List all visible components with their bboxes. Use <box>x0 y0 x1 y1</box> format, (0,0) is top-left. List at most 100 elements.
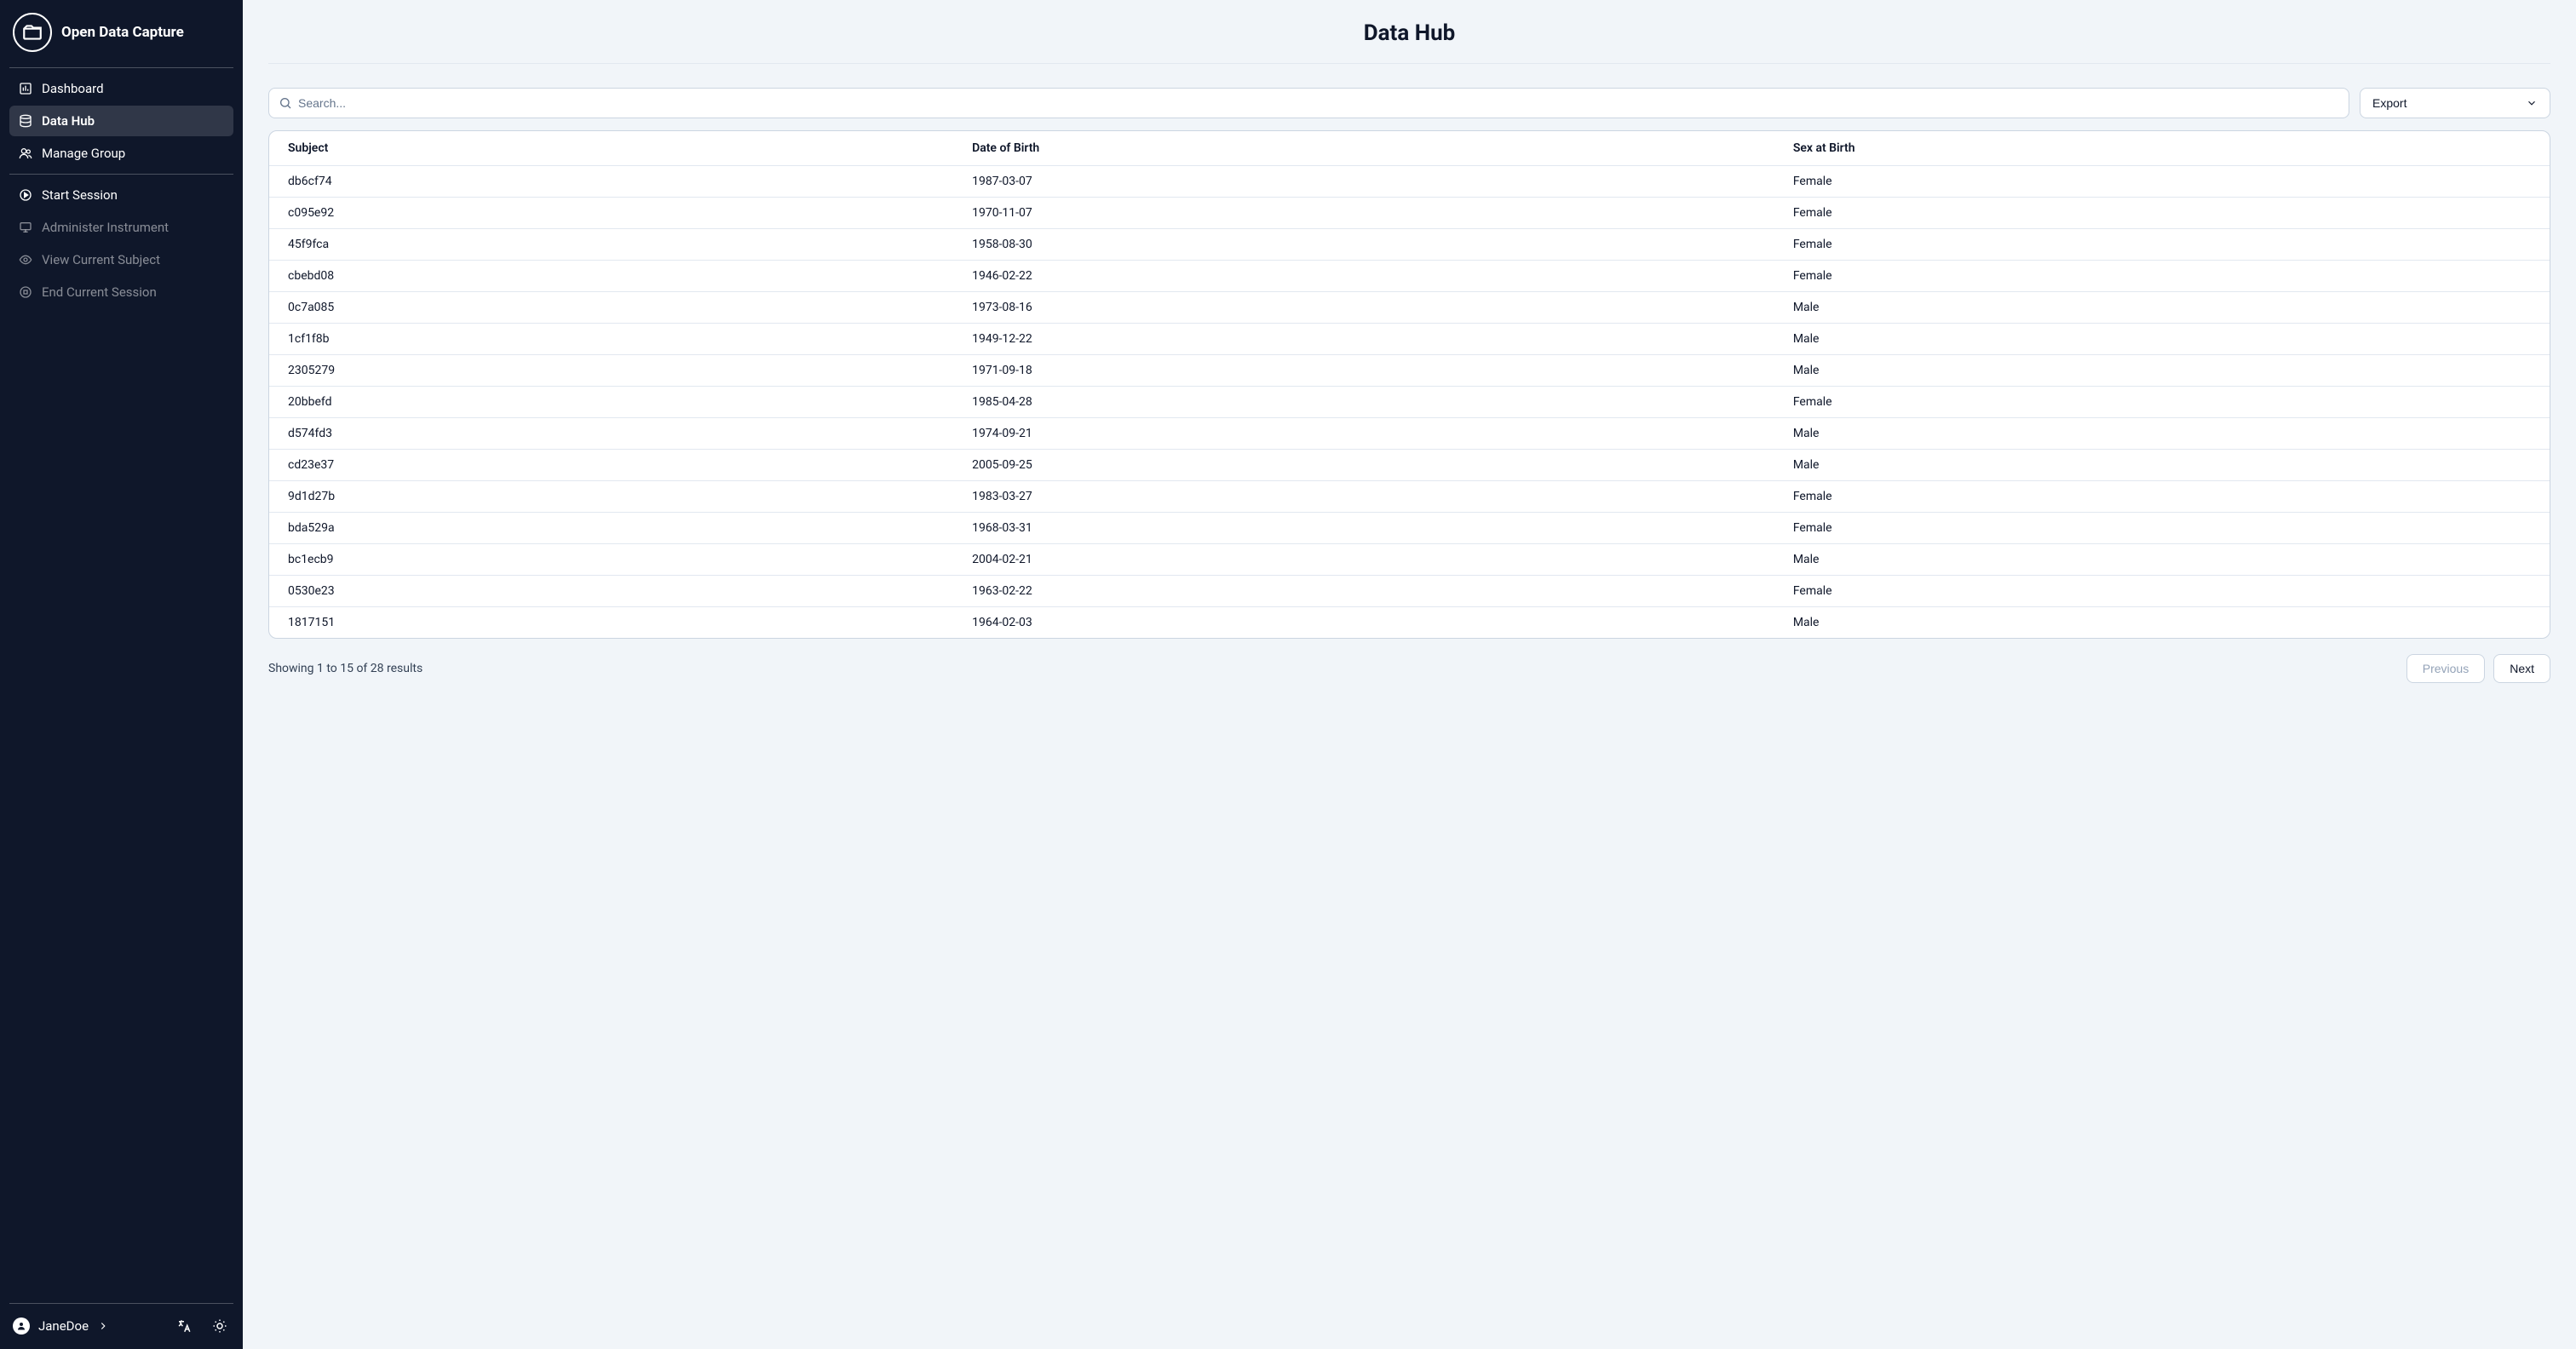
cell-sex: Male <box>1774 544 2550 576</box>
chevron-down-icon <box>2526 97 2538 109</box>
cell-subject: bda529a <box>269 513 953 544</box>
cell-dob: 1970-11-07 <box>953 198 1774 229</box>
sun-icon <box>212 1318 227 1334</box>
cell-sex: Female <box>1774 229 2550 261</box>
table-row[interactable]: bda529a1968-03-31Female <box>269 513 2550 544</box>
sidebar-item-data-hub[interactable]: Data Hub <box>9 106 233 136</box>
sidebar-footer: JaneDoe <box>9 1303 233 1340</box>
table-row[interactable]: cd23e372005-09-25Male <box>269 450 2550 481</box>
cell-sex: Male <box>1774 324 2550 355</box>
nav-label: End Current Session <box>42 284 157 300</box>
cell-sex: Female <box>1774 261 2550 292</box>
cell-dob: 1963-02-22 <box>953 576 1774 607</box>
cell-subject: c095e92 <box>269 198 953 229</box>
sidebar-item-administer-instrument: Administer Instrument <box>9 212 233 243</box>
cell-dob: 1946-02-22 <box>953 261 1774 292</box>
cell-sex: Female <box>1774 513 2550 544</box>
cell-sex: Male <box>1774 450 2550 481</box>
cell-sex: Female <box>1774 198 2550 229</box>
table-row[interactable]: 20bbefd1985-04-28Female <box>269 387 2550 418</box>
table-row[interactable]: db6cf741987-03-07Female <box>269 166 2550 198</box>
header-subject: Subject <box>269 131 953 166</box>
search-icon <box>279 96 292 110</box>
cell-sex: Male <box>1774 607 2550 639</box>
cell-subject: 0c7a085 <box>269 292 953 324</box>
export-label: Export <box>2372 96 2406 110</box>
cell-sex: Female <box>1774 166 2550 198</box>
table-row[interactable]: d574fd31974-09-21Male <box>269 418 2550 450</box>
nav-group-session: Start Session Administer Instrument View… <box>9 180 233 307</box>
nav-label: Start Session <box>42 187 118 203</box>
table-row[interactable]: 9d1d27b1983-03-27Female <box>269 481 2550 513</box>
stop-circle-icon <box>18 284 33 300</box>
cell-subject: 0530e23 <box>269 576 953 607</box>
cell-subject: bc1ecb9 <box>269 544 953 576</box>
theme-toggle-button[interactable] <box>206 1312 233 1340</box>
cell-subject: db6cf74 <box>269 166 953 198</box>
table-row[interactable]: 18171511964-02-03Male <box>269 607 2550 639</box>
bar-chart-icon <box>18 81 33 96</box>
nav-label: Data Hub <box>42 113 95 129</box>
cell-dob: 1987-03-07 <box>953 166 1774 198</box>
main-content: Data Hub Export Subject Date <box>243 0 2576 1349</box>
search-wrap <box>268 88 2349 118</box>
cell-subject: d574fd3 <box>269 418 953 450</box>
table-row[interactable]: 0c7a0851973-08-16Male <box>269 292 2550 324</box>
results-summary: Showing 1 to 15 of 28 results <box>268 662 423 675</box>
nav-label: Manage Group <box>42 146 125 161</box>
table-row[interactable]: cbebd081946-02-22Female <box>269 261 2550 292</box>
cell-subject: cd23e37 <box>269 450 953 481</box>
nav-label: Dashboard <box>42 81 104 96</box>
export-button[interactable]: Export <box>2360 88 2550 118</box>
cell-sex: Male <box>1774 355 2550 387</box>
sidebar-item-dashboard[interactable]: Dashboard <box>9 73 233 104</box>
cell-dob: 1974-09-21 <box>953 418 1774 450</box>
header-sex: Sex at Birth <box>1774 131 2550 166</box>
table-header-row: Subject Date of Birth Sex at Birth <box>269 131 2550 166</box>
sidebar-item-start-session[interactable]: Start Session <box>9 180 233 210</box>
table-row[interactable]: c095e921970-11-07Female <box>269 198 2550 229</box>
pagination: Showing 1 to 15 of 28 results Previous N… <box>268 654 2550 683</box>
app-logo-icon <box>13 13 52 52</box>
chevron-right-icon <box>97 1320 109 1332</box>
subjects-table-wrap: Subject Date of Birth Sex at Birth db6cf… <box>268 130 2550 639</box>
table-row[interactable]: bc1ecb92004-02-21Male <box>269 544 2550 576</box>
computer-icon <box>18 220 33 235</box>
cell-subject: cbebd08 <box>269 261 953 292</box>
language-button[interactable] <box>170 1312 198 1340</box>
user-menu[interactable]: JaneDoe <box>9 1314 162 1338</box>
cell-sex: Female <box>1774 481 2550 513</box>
controls-row: Export <box>268 88 2550 118</box>
cell-sex: Female <box>1774 387 2550 418</box>
cell-dob: 2004-02-21 <box>953 544 1774 576</box>
cell-dob: 1964-02-03 <box>953 607 1774 639</box>
divider <box>9 174 233 175</box>
table-row[interactable]: 0530e231963-02-22Female <box>269 576 2550 607</box>
avatar-icon <box>13 1317 30 1335</box>
cell-subject: 9d1d27b <box>269 481 953 513</box>
cell-subject: 2305279 <box>269 355 953 387</box>
cell-dob: 2005-09-25 <box>953 450 1774 481</box>
cell-dob: 1958-08-30 <box>953 229 1774 261</box>
table-row[interactable]: 23052791971-09-18Male <box>269 355 2550 387</box>
app-title: Open Data Capture <box>61 24 184 41</box>
table-row[interactable]: 45f9fca1958-08-30Female <box>269 229 2550 261</box>
previous-button: Previous <box>2406 654 2485 683</box>
eye-icon <box>18 252 33 267</box>
sidebar-item-end-current-session: End Current Session <box>9 277 233 307</box>
cell-dob: 1971-09-18 <box>953 355 1774 387</box>
next-button[interactable]: Next <box>2493 654 2550 683</box>
cell-sex: Male <box>1774 418 2550 450</box>
cell-dob: 1973-08-16 <box>953 292 1774 324</box>
search-input[interactable] <box>268 88 2349 118</box>
cell-dob: 1949-12-22 <box>953 324 1774 355</box>
app-brand: Open Data Capture <box>9 9 233 62</box>
username: JaneDoe <box>38 1318 89 1334</box>
sidebar-item-manage-group[interactable]: Manage Group <box>9 138 233 169</box>
table-row[interactable]: 1cf1f8b1949-12-22Male <box>269 324 2550 355</box>
translate-icon <box>176 1318 192 1334</box>
sidebar: Open Data Capture Dashboard Data Hub M <box>0 0 243 1349</box>
nav-group-primary: Dashboard Data Hub Manage Group <box>9 73 233 169</box>
cell-subject: 1cf1f8b <box>269 324 953 355</box>
nav-label: Administer Instrument <box>42 220 169 235</box>
